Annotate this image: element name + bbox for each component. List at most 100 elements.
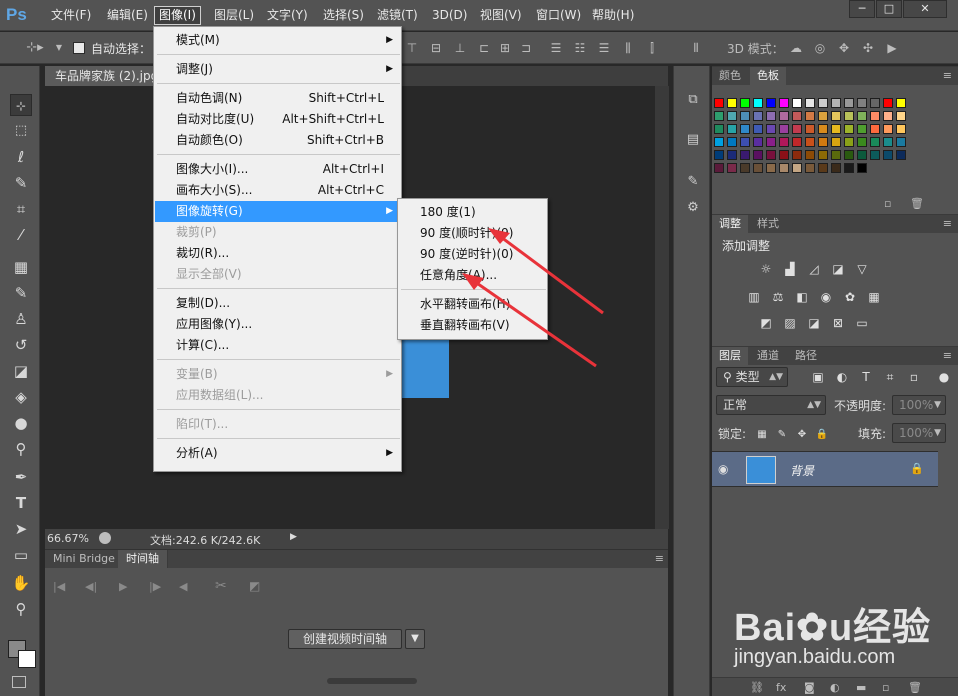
eyedropper-tool-icon[interactable]: ⁄ bbox=[10, 224, 32, 246]
vertical-scrollbar[interactable] bbox=[655, 86, 669, 529]
move-tool-preset-icon[interactable]: ⊹▸ bbox=[24, 41, 46, 55]
history-brush-tool-icon[interactable]: ↺ bbox=[10, 334, 32, 356]
menu-help[interactable]: 帮助(H) bbox=[588, 6, 638, 25]
color-swatch[interactable] bbox=[883, 111, 893, 121]
color-swatch[interactable] bbox=[857, 150, 867, 160]
delete-layer-icon[interactable]: 🗑 bbox=[908, 681, 922, 694]
color-swatch[interactable] bbox=[805, 163, 815, 173]
crop-tool-icon[interactable]: ⌗ bbox=[10, 198, 32, 220]
rotation-menu-item[interactable]: 水平翻转画布(H) bbox=[399, 294, 548, 315]
channel-mixer-icon[interactable]: ✿ bbox=[842, 289, 858, 305]
color-swatch[interactable] bbox=[896, 137, 906, 147]
menu-view[interactable]: 视图(V) bbox=[476, 6, 526, 25]
levels-icon[interactable]: ▟ bbox=[782, 261, 798, 277]
color-swatch[interactable] bbox=[831, 163, 841, 173]
fill-input[interactable]: 100% ▼ bbox=[892, 423, 946, 443]
align-vcenter-icon[interactable]: ⊟ bbox=[429, 41, 443, 55]
filter-shape-icon[interactable]: ⌗ bbox=[882, 369, 898, 385]
distribute-left-icon[interactable]: ⫼ bbox=[621, 41, 635, 55]
tab-layers[interactable]: 图层 bbox=[712, 347, 748, 365]
color-swatch[interactable] bbox=[740, 150, 750, 160]
color-swatch[interactable] bbox=[792, 150, 802, 160]
pen-tool-icon[interactable]: ✒ bbox=[10, 466, 32, 488]
path-selection-tool-icon[interactable]: ➤ bbox=[10, 518, 32, 540]
image-menu-item[interactable]: 自动颜色(O) Shift+Ctrl+B bbox=[155, 130, 402, 151]
marquee-tool-icon[interactable]: ⬚ bbox=[10, 120, 32, 142]
color-swatch[interactable] bbox=[740, 137, 750, 147]
image-menu-item[interactable]: 自动对比度(U) Alt+Shift+Ctrl+L bbox=[155, 109, 402, 130]
color-swatch[interactable] bbox=[792, 111, 802, 121]
color-swatch[interactable] bbox=[805, 137, 815, 147]
color-swatch[interactable] bbox=[766, 111, 776, 121]
color-swatch[interactable] bbox=[857, 124, 867, 134]
color-swatch[interactable] bbox=[740, 111, 750, 121]
color-swatch[interactable] bbox=[727, 124, 737, 134]
add-mask-icon[interactable]: ◙ bbox=[804, 681, 815, 694]
color-swatch[interactable] bbox=[727, 150, 737, 160]
color-lookup-icon[interactable]: ▦ bbox=[866, 289, 882, 305]
exposure-icon[interactable]: ◪ bbox=[830, 261, 846, 277]
color-swatch[interactable] bbox=[766, 150, 776, 160]
menu-filter[interactable]: 滤镜(T) bbox=[373, 6, 422, 25]
color-swatch[interactable] bbox=[870, 111, 880, 121]
next-frame-icon[interactable]: |▶ bbox=[149, 580, 161, 593]
image-menu-item[interactable]: 图像大小(I)... Alt+Ctrl+I bbox=[155, 159, 402, 180]
3d-scale-icon[interactable]: ▶ bbox=[885, 41, 899, 55]
transition-icon[interactable]: ◩ bbox=[249, 579, 260, 593]
color-swatch[interactable] bbox=[870, 150, 880, 160]
color-swatch[interactable] bbox=[896, 124, 906, 134]
color-swatch[interactable] bbox=[870, 98, 880, 108]
color-swatch[interactable] bbox=[753, 137, 763, 147]
align-hcenter-icon[interactable]: ⊞ bbox=[498, 41, 512, 55]
distribute-bottom-icon[interactable]: ☰ bbox=[597, 41, 611, 55]
color-swatch[interactable] bbox=[857, 111, 867, 121]
paint-bucket-tool-icon[interactable]: ◈ bbox=[10, 386, 32, 408]
menu-layer[interactable]: 图层(L) bbox=[210, 6, 258, 25]
color-swatch[interactable] bbox=[753, 111, 763, 121]
tab-adjustments[interactable]: 调整 bbox=[712, 215, 748, 233]
color-swatch[interactable] bbox=[883, 124, 893, 134]
tab-timeline[interactable]: 时间轴 bbox=[118, 550, 168, 568]
image-menu-item[interactable]: 画布大小(S)... Alt+Ctrl+C bbox=[155, 180, 402, 201]
new-adjustment-layer-icon[interactable]: ◐ bbox=[830, 681, 840, 694]
color-swatch[interactable] bbox=[831, 137, 841, 147]
threshold-icon[interactable]: ◪ bbox=[806, 315, 822, 331]
distribute-hcenter-icon[interactable]: ⫿ bbox=[645, 41, 659, 55]
color-swatch[interactable] bbox=[779, 111, 789, 121]
lock-position-icon[interactable]: ✥ bbox=[794, 427, 810, 443]
color-swatch[interactable] bbox=[740, 163, 750, 173]
move-tool-icon[interactable]: ⊹ bbox=[10, 94, 32, 116]
color-swatch[interactable] bbox=[818, 150, 828, 160]
rotation-menu-item[interactable]: 90 度(顺时针)(9) bbox=[399, 223, 548, 244]
lock-image-icon[interactable]: ✎ bbox=[774, 427, 790, 443]
status-icon[interactable] bbox=[99, 532, 111, 544]
color-swatch[interactable] bbox=[740, 98, 750, 108]
hue-saturation-icon[interactable]: ▥ bbox=[746, 289, 762, 305]
menu-select[interactable]: 选择(S) bbox=[319, 6, 368, 25]
color-swatch[interactable] bbox=[714, 98, 724, 108]
brightness-icon[interactable]: ☼ bbox=[758, 261, 774, 277]
color-swatch[interactable] bbox=[805, 111, 815, 121]
blend-mode-dropdown[interactable]: 正常 ▲▼ bbox=[716, 395, 826, 415]
color-swatch[interactable] bbox=[883, 150, 893, 160]
go-first-frame-icon[interactable]: |◀ bbox=[53, 580, 65, 593]
curves-icon[interactable]: ◿ bbox=[806, 261, 822, 277]
image-menu-item[interactable]: 图像旋转(G) ▶ bbox=[155, 201, 402, 222]
filter-type-icon[interactable]: T bbox=[858, 369, 874, 385]
black-white-icon[interactable]: ◧ bbox=[794, 289, 810, 305]
image-menu-item[interactable]: 分析(A) ▶ bbox=[155, 443, 402, 464]
color-swatch[interactable] bbox=[779, 163, 789, 173]
type-tool-icon[interactable]: T bbox=[10, 492, 32, 514]
color-swatch[interactable] bbox=[844, 163, 854, 173]
tab-swatches[interactable]: 色板 bbox=[750, 67, 786, 85]
chevron-down-icon[interactable]: ▼ bbox=[52, 41, 66, 55]
previous-frame-icon[interactable]: ◀| bbox=[85, 580, 97, 593]
color-swatch[interactable] bbox=[740, 124, 750, 134]
color-swatch[interactable] bbox=[857, 163, 867, 173]
image-menu-item[interactable]: 调整(J) ▶ bbox=[155, 59, 402, 80]
status-menu-arrow-icon[interactable]: ▶ bbox=[290, 532, 297, 542]
color-swatch[interactable] bbox=[714, 137, 724, 147]
color-swatch[interactable] bbox=[818, 111, 828, 121]
distribute-top-icon[interactable]: ☰ bbox=[549, 41, 563, 55]
brush-panel-icon[interactable]: ✎ bbox=[683, 172, 703, 192]
